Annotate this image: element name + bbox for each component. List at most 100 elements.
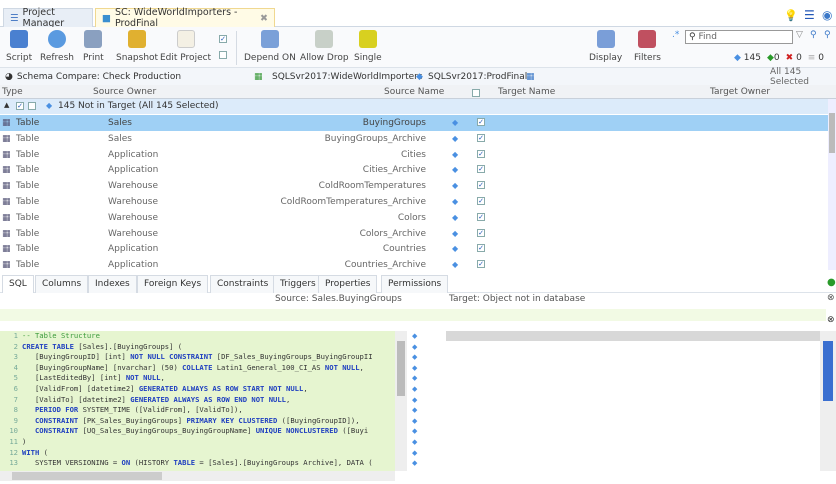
close-summary-icon[interactable]: ⊗ [827, 315, 835, 325]
checked-checkbox[interactable]: ✓ [219, 35, 227, 43]
tab-columns[interactable]: Columns [35, 275, 89, 293]
diff-arrow-icon[interactable]: ◆ [412, 405, 428, 416]
refresh-button[interactable]: Refresh [40, 30, 74, 63]
table-row[interactable]: ▦ Table Warehouse Colors ◆ ✓ [0, 210, 828, 226]
target-scrollbar[interactable] [820, 331, 836, 471]
close-tab-icon[interactable]: ✖ [260, 13, 268, 24]
allow-drop-icon [315, 30, 334, 48]
column-target-name[interactable]: Target Name [498, 87, 555, 97]
diff-arrow-icon[interactable]: ◆ [412, 458, 428, 469]
grid-scrollbar[interactable] [828, 99, 836, 270]
table-row[interactable]: ▦ Table Application Countries ◆ ✓ [0, 241, 828, 257]
tab-indexes[interactable]: Indexes [88, 275, 137, 293]
depend-on-button[interactable]: Depend ON [244, 30, 296, 63]
help-icon[interactable]: ◉ [822, 8, 832, 22]
diff-arrow-icon[interactable]: ◆ [412, 395, 428, 406]
print-button[interactable]: Print [83, 30, 104, 63]
row-checkbox[interactable]: ✓ [477, 149, 485, 158]
row-owner: Sales [108, 118, 132, 128]
tab-foreign-keys[interactable]: Foreign Keys [137, 275, 209, 293]
table-row[interactable]: ▦ Table Application Cities ◆ ✓ [0, 147, 828, 163]
changed-count[interactable]: ◆0 [767, 53, 780, 63]
tab-sql[interactable]: SQL [2, 275, 34, 293]
filters-button[interactable]: Filters [634, 30, 661, 63]
diff-arrow-icon[interactable]: ◆ [412, 352, 428, 363]
tab-triggers[interactable]: Triggers [273, 275, 323, 293]
find-input[interactable]: ⚲ Find [685, 30, 793, 44]
code-line: 1 -- Table Structure [13, 331, 100, 340]
unchecked-checkbox[interactable] [219, 51, 227, 59]
menu-icon[interactable]: ☰ [804, 8, 815, 22]
target-sql-pane[interactable] [446, 331, 820, 341]
close-info-icon[interactable]: ⊗ [827, 293, 835, 303]
table-row[interactable]: ▦ Table Application Countries_Archive ◆ … [0, 257, 828, 273]
tab-schema-compare[interactable]: ■ SC: WideWorldImporters - ProdFinal ✖ [95, 7, 275, 29]
diff-arrow-icon[interactable]: ◆ [412, 448, 428, 459]
find-prev-icon[interactable]: ⚲ [824, 30, 831, 40]
tab-project-manager[interactable]: ☰ Project Manager [3, 7, 93, 29]
group-row[interactable]: ▲ ✓ ◆ 145 Not in Target (All 145 Selecte… [0, 99, 830, 114]
diff-arrow-icon[interactable]: ◆ [412, 437, 428, 448]
filters-icon [638, 30, 657, 48]
new-arrow-icon: ◆ [452, 149, 459, 159]
table-row[interactable]: ▦ Table Sales BuyingGroups_Archive ◆ ✓ [0, 131, 828, 147]
column-target-owner[interactable]: Target Owner [710, 87, 770, 97]
table-row[interactable]: ▦ Table Warehouse ColdRoomTemperatures ◆… [0, 178, 828, 194]
table-icon: ▦ [2, 165, 11, 176]
snapshot-icon [128, 30, 147, 48]
snapshot-button[interactable]: Snapshot [116, 30, 158, 63]
new-count[interactable]: ◆ 145 [734, 53, 761, 63]
code-hscrollbar[interactable] [0, 471, 395, 481]
row-checkbox[interactable]: ✓ [477, 181, 485, 190]
row-checkbox[interactable]: ✓ [477, 212, 485, 221]
removed-count[interactable]: ✖ 0 [786, 53, 802, 63]
column-source-owner[interactable]: Source Owner [93, 87, 156, 97]
filter-icon[interactable]: ▽ [796, 30, 803, 40]
row-checkbox[interactable]: ✓ [477, 165, 485, 174]
lightbulb-icon[interactable]: 💡 [784, 9, 798, 22]
code-line: 7 [ValidTo] [datetime2] GENERATED ALWAYS… [13, 394, 291, 404]
diff-arrow-icon[interactable]: ◆ [412, 373, 428, 384]
group-checkbox-2[interactable] [28, 102, 36, 110]
group-checkbox[interactable]: ✓ [16, 102, 24, 110]
status-ok-icon: ● [827, 277, 836, 288]
row-type: Table [16, 244, 40, 255]
row-type: Table [16, 228, 40, 239]
target-db-icon: ▦ [526, 71, 535, 82]
regex-toggle[interactable]: .* [672, 30, 679, 40]
row-checkbox[interactable]: ✓ [477, 133, 485, 142]
row-checkbox[interactable]: ✓ [477, 228, 485, 237]
allow-drop-button[interactable]: Allow Drop [300, 30, 349, 63]
diff-arrow-icon[interactable]: ◆ [412, 426, 428, 437]
diff-arrow-icon[interactable]: ◆ [412, 416, 428, 427]
diff-arrow-icon[interactable]: ◆ [412, 331, 428, 342]
collapse-icon[interactable]: ▲ [4, 101, 9, 109]
tab-properties[interactable]: Properties [318, 275, 378, 293]
row-checkbox[interactable]: ✓ [477, 197, 485, 205]
script-button[interactable]: Script [6, 30, 32, 63]
new-arrow-icon: ◆ [452, 197, 459, 206]
column-source-name[interactable]: Source Name [384, 87, 444, 97]
table-icon: ▦ [2, 244, 11, 255]
find-next-icon[interactable]: ⚲ [810, 30, 817, 40]
row-checkbox[interactable]: ✓ [477, 244, 485, 253]
table-row[interactable]: ▦ Table Application Cities_Archive ◆ ✓ [0, 162, 828, 178]
display-button[interactable]: Display [589, 30, 622, 63]
equal-count[interactable]: ≡ 0 [808, 53, 824, 63]
row-checkbox[interactable]: ✓ [477, 260, 485, 269]
diff-arrow-icon[interactable]: ◆ [412, 363, 428, 374]
row-checkbox[interactable]: ✓ [477, 118, 485, 126]
table-row[interactable]: ▦ Table Sales BuyingGroups ◆ ✓ [0, 115, 828, 131]
code-scrollbar[interactable] [395, 331, 407, 471]
column-type[interactable]: Type [2, 87, 23, 97]
table-row[interactable]: ▦ Table Warehouse ColdRoomTemperatures_A… [0, 194, 828, 210]
single-button[interactable]: Single [354, 30, 382, 63]
diff-arrow-icon[interactable]: ◆ [412, 342, 428, 353]
table-row[interactable]: ▦ Table Warehouse Colors_Archive ◆ ✓ [0, 226, 828, 242]
tab-permissions[interactable]: Permissions [381, 275, 449, 293]
diff-arrow-icon[interactable]: ◆ [412, 384, 428, 395]
tab-constraints[interactable]: Constraints [210, 275, 276, 293]
row-name: ColdRoomTemperatures [318, 181, 426, 192]
edit-project-button[interactable]: Edit Project [160, 30, 211, 63]
source-sql-pane[interactable]: 1 -- Table Structure 2 CREATE TABLE [Sales]… [0, 331, 395, 471]
